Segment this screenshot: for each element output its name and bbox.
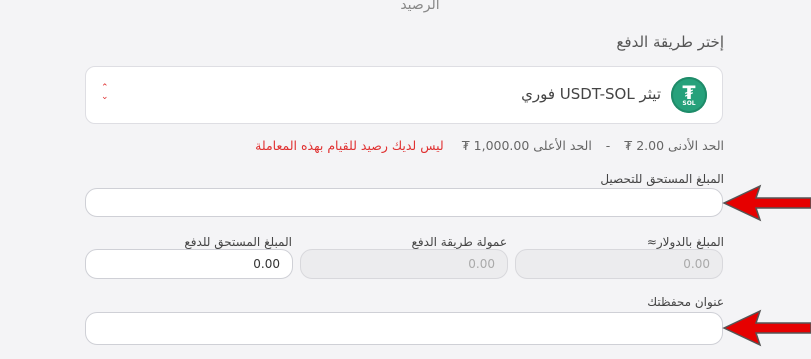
usd-amount-input[interactable]: 0.00 [515, 249, 723, 279]
min-limit: الحد الأدنى 2.00 ₮ [624, 138, 724, 153]
wallet-address-input[interactable] [85, 312, 723, 345]
limit-separator: - [605, 138, 611, 153]
pay-amount-input[interactable]: 0.00 [85, 249, 293, 279]
sort-updown-icon[interactable]: ⌃ ⌄ [101, 84, 109, 102]
usd-amount-label: المبلغ بالدولار≈ [646, 235, 724, 249]
payment-method-name: تيثر USDT-SOL فوري [521, 85, 661, 103]
annotation-arrow-icon [722, 184, 811, 222]
fee-input[interactable]: 0.00 [300, 249, 508, 279]
amount-due-input[interactable] [85, 188, 723, 217]
limits-row: الحد الأدنى 2.00 ₮ - الحد الأعلى 1,000.0… [255, 138, 724, 153]
payment-method-select[interactable]: ₮ SOL تيثر USDT-SOL فوري ⌃ ⌄ [85, 66, 723, 124]
annotation-arrow-icon [722, 309, 811, 347]
insufficient-balance-error: ليس لديك رصيد للقيام بهذه المعاملة [255, 138, 444, 153]
pay-amount-label: المبلغ المستحق للدفع [184, 235, 292, 249]
balance-label: الرصيد [400, 0, 440, 13]
wallet-address-label: عنوان محفظتك [647, 295, 724, 309]
max-limit: الحد الأعلى 1,000.00 ₮ [461, 138, 592, 153]
amount-due-label: المبلغ المستحق للتحصيل [600, 172, 724, 186]
payment-method-title: إختر طريقة الدفع [616, 33, 724, 51]
tether-sol-logo-icon: ₮ SOL [671, 77, 707, 113]
fee-label: عمولة طريقة الدفع [411, 235, 507, 249]
